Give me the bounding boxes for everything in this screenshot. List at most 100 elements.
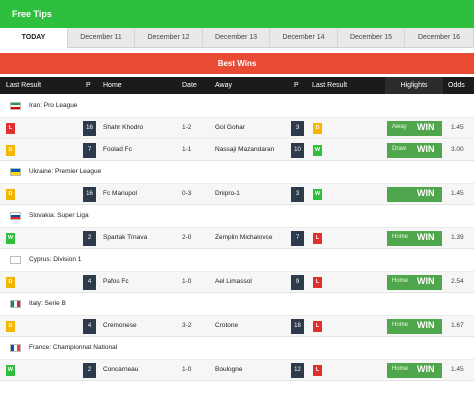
page-title: Free Tips xyxy=(12,9,52,19)
win-label: WIN xyxy=(417,188,435,198)
tip-label: Draw xyxy=(392,146,407,152)
tab-today[interactable]: TODAY xyxy=(0,28,68,48)
form-badge: D xyxy=(313,123,322,134)
home-team[interactable]: Spartak Trnava xyxy=(103,234,147,241)
home-position: 7 xyxy=(83,143,96,158)
away-team[interactable]: Boulogne xyxy=(215,366,242,373)
home-team[interactable]: Cremonese xyxy=(103,322,137,329)
away-team[interactable]: Ael Limassol xyxy=(215,278,252,285)
match-score: 3-2 xyxy=(182,322,192,329)
tip-highlight[interactable]: Home WIN xyxy=(387,275,442,290)
odds-value: 1.39 xyxy=(451,234,464,241)
tip-highlight[interactable]: Home WIN xyxy=(387,363,442,378)
match-row[interactable]: WWWDD4Pafos Fc1-0Ael Limassol9LLLLLHomeW… xyxy=(0,272,474,293)
match-score: 1-2 xyxy=(182,124,192,131)
odds-value: 1.45 xyxy=(451,190,464,197)
match-row[interactable]: WWDDD16Fc Mariupol0-3Dnipro-13WWWWWWIN1.… xyxy=(0,184,474,205)
win-label: WIN xyxy=(417,364,435,374)
tab-december-12[interactable]: December 12 xyxy=(135,28,203,48)
form-badge: L xyxy=(313,233,322,244)
tab-december-15[interactable]: December 15 xyxy=(338,28,405,48)
slovakia-flag-icon xyxy=(10,212,21,220)
tip-label: Home xyxy=(392,322,409,328)
league-name[interactable]: Italy: Serie B xyxy=(29,300,66,307)
league-name[interactable]: France: Championnat National xyxy=(29,344,117,351)
date-tabs: TODAY December 11 December 12 December 1… xyxy=(0,28,474,48)
tip-highlight[interactable]: Home WIN xyxy=(387,231,442,246)
odds-value: 2.54 xyxy=(451,278,464,285)
tip-highlight[interactable]: WIN xyxy=(387,187,442,202)
home-team[interactable]: Pafos Fc xyxy=(103,278,129,285)
league-name[interactable]: Slovakia: Super Liga xyxy=(29,212,89,219)
league-name[interactable]: Cyprus: Division 1 xyxy=(29,256,81,263)
match-row[interactable]: WLDWD4Cremonese3-2Crotone18LLDLLHomeWIN1… xyxy=(0,316,474,337)
form-badge: D xyxy=(6,321,15,332)
away-team[interactable]: Crotone xyxy=(215,322,238,329)
col-away: Away xyxy=(215,82,232,89)
tip-highlight[interactable]: Away WIN xyxy=(387,121,442,136)
match-row[interactable]: LLDLL16Shahr Khodro1-2Gol Gohar3WWWDDAwa… xyxy=(0,118,474,139)
win-label: WIN xyxy=(417,276,435,286)
odds-value: 1.67 xyxy=(451,322,464,329)
league-header: Slovakia: Super Liga xyxy=(0,206,474,228)
league-name[interactable]: Iran: Pro League xyxy=(29,102,77,109)
away-team[interactable]: Gol Gohar xyxy=(215,124,245,131)
form-badge: L xyxy=(313,277,322,288)
tip-highlight[interactable]: Home WIN xyxy=(387,319,442,334)
home-position: 2 xyxy=(83,231,96,246)
col-odds: Odds xyxy=(448,82,465,89)
away-team[interactable]: Nassaji Mazandaran xyxy=(215,146,274,153)
match-row[interactable]: WWWWW2Spartak Trnava2-0Zemplin Michalovc… xyxy=(0,228,474,249)
tab-december-13[interactable]: December 13 xyxy=(203,28,270,48)
away-position: 3 xyxy=(291,121,304,136)
league-name[interactable]: Ukraine: Premier League xyxy=(29,168,101,175)
away-position: 9 xyxy=(291,275,304,290)
match-score: 1-0 xyxy=(182,366,192,373)
iran-flag-icon xyxy=(10,102,21,110)
cyprus-flag-icon xyxy=(10,256,21,264)
home-position: 4 xyxy=(83,275,96,290)
home-position: 2 xyxy=(83,363,96,378)
col-date: Date xyxy=(182,82,197,89)
away-team[interactable]: Dnipro-1 xyxy=(215,190,240,197)
odds-value: 1.45 xyxy=(451,124,464,131)
odds-value: 3.00 xyxy=(451,146,464,153)
match-row[interactable]: WWDWW2Concarneau1-0Boulogne12LLDLLHomeWI… xyxy=(0,360,474,381)
away-team[interactable]: Zemplin Michalovce xyxy=(215,234,272,241)
tip-label: Home xyxy=(392,366,409,372)
home-position: 4 xyxy=(83,319,96,334)
home-team[interactable]: Fc Mariupol xyxy=(103,190,137,197)
form-badge: L xyxy=(313,365,322,376)
col-highlights: Higlights xyxy=(385,77,443,94)
league-header: Iran: Pro League xyxy=(0,96,474,118)
form-badge: D xyxy=(6,277,15,288)
form-badge: L xyxy=(313,321,322,332)
match-score: 1-0 xyxy=(182,278,192,285)
tab-december-14[interactable]: December 14 xyxy=(270,28,338,48)
away-position: 18 xyxy=(291,319,304,334)
away-position: 3 xyxy=(291,187,304,202)
match-score: 2-0 xyxy=(182,234,192,241)
win-label: WIN xyxy=(417,320,435,330)
tab-december-16[interactable]: December 16 xyxy=(405,28,474,48)
form-badge: W xyxy=(6,233,15,244)
home-team[interactable]: Foolad Fc xyxy=(103,146,132,153)
home-team[interactable]: Shahr Khodro xyxy=(103,124,143,131)
home-position: 16 xyxy=(83,187,96,202)
away-position: 10 xyxy=(291,143,304,158)
france-flag-icon xyxy=(10,344,21,352)
home-team[interactable]: Concarneau xyxy=(103,366,138,373)
tab-december-11[interactable]: December 11 xyxy=(68,28,135,48)
odds-value: 1.45 xyxy=(451,366,464,373)
tip-label: Home xyxy=(392,234,409,240)
ukraine-flag-icon xyxy=(10,168,21,176)
league-header: France: Championnat National xyxy=(0,338,474,360)
form-badge: D xyxy=(6,189,15,200)
form-badge: W xyxy=(313,189,322,200)
col-position: P xyxy=(86,82,91,89)
match-row[interactable]: WWWDD7Foolad Fc1-1Nassaji Mazandaran10WW… xyxy=(0,140,474,161)
away-position: 7 xyxy=(291,231,304,246)
win-label: WIN xyxy=(417,122,435,132)
match-score: 0-3 xyxy=(182,190,192,197)
tip-highlight[interactable]: Draw WIN xyxy=(387,143,442,158)
